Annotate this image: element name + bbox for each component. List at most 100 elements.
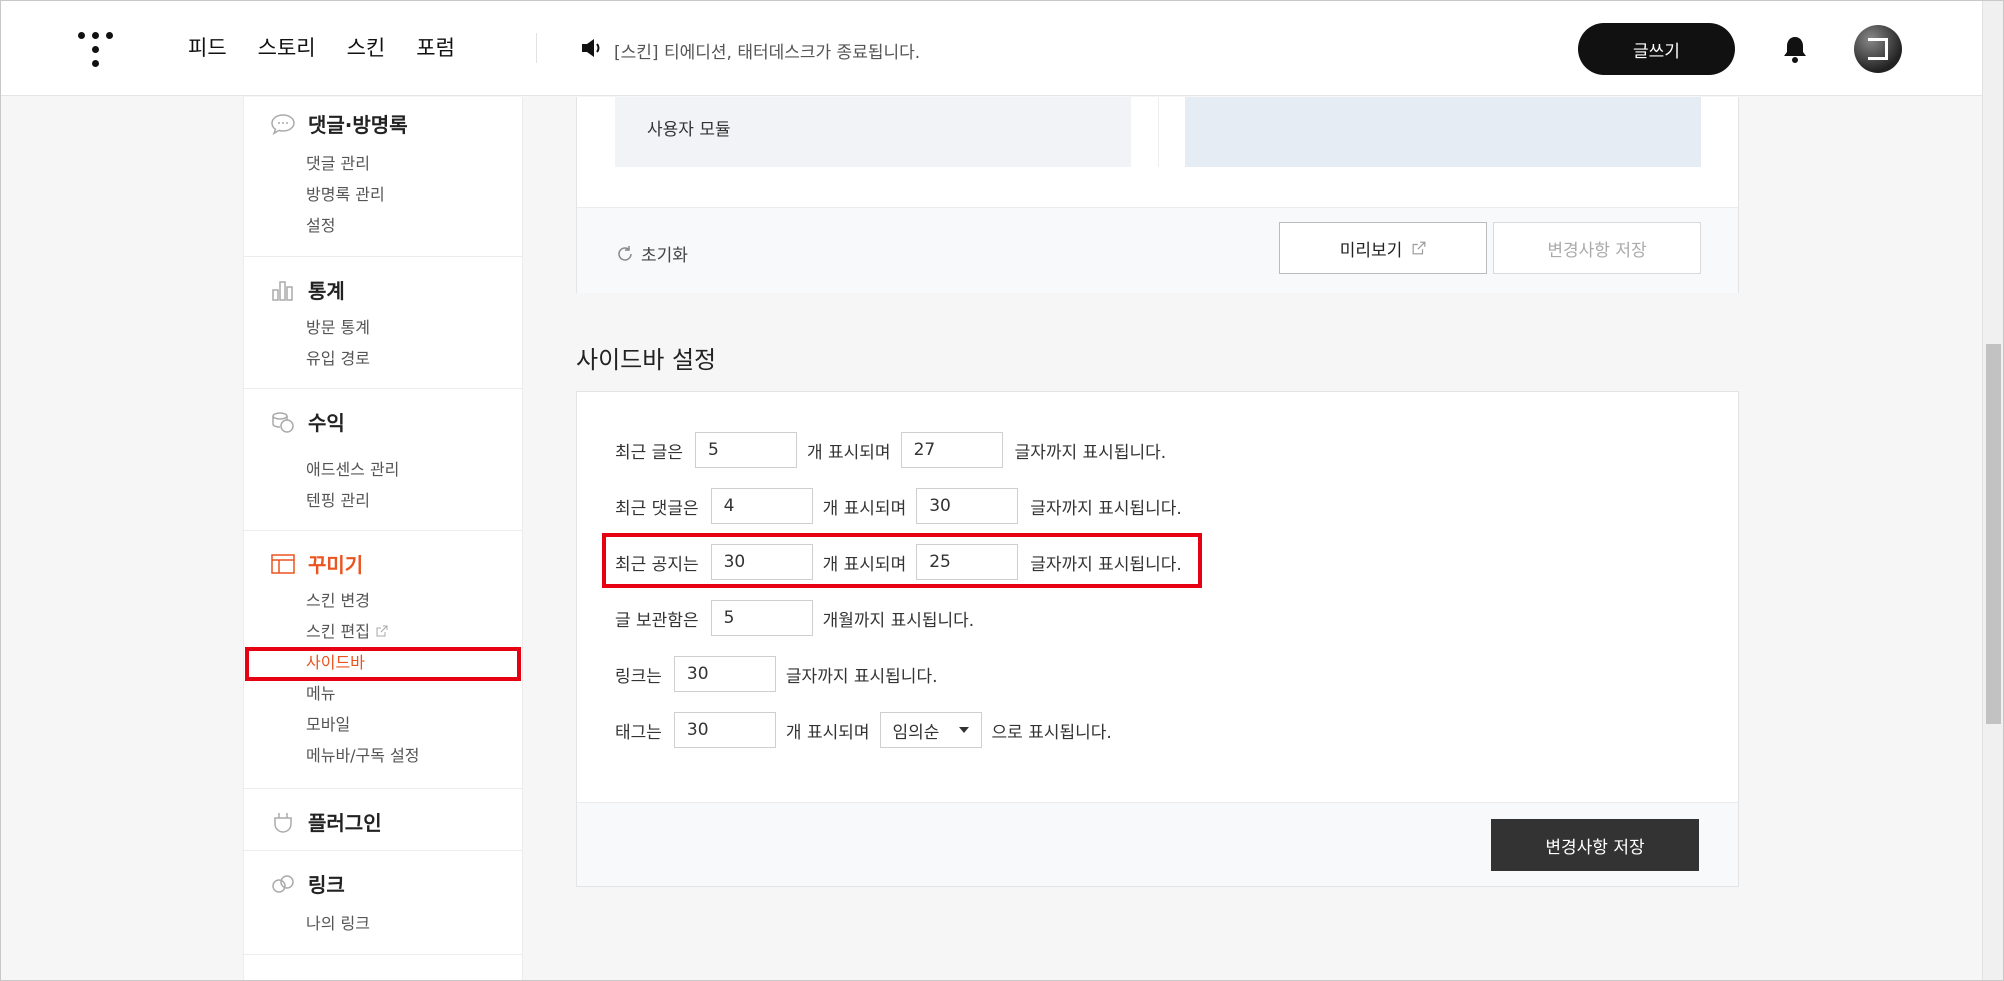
recent-posts-mid: 개 표시되며 [806,442,891,463]
sidebar-item-label: 스킨 편집 [306,622,370,641]
sidebar-group-link: 링크 나의 링크 [244,851,522,955]
links-chars-input[interactable] [673,656,776,692]
write-button[interactable]: 글쓰기 [1578,23,1735,75]
recent-posts-label: 최근 글은 [615,442,683,463]
recent-posts-count-input[interactable] [694,432,797,468]
tags-mid: 개 표시되며 [785,722,870,743]
caret-down-icon [958,727,969,733]
sidebar-head-comments[interactable]: 댓글·방명록 [270,109,408,138]
sidebar-item-skin-change[interactable]: 스킨 변경 [306,587,370,611]
recent-comments-chars-input[interactable] [916,488,1019,524]
nav-forum[interactable]: 포럼 [416,32,455,62]
links-row: 링크는 글자까지 표시됩니다. [615,656,938,692]
bell-icon[interactable] [1782,35,1808,63]
bar-chart-icon [272,280,293,301]
recent-comments-row: 최근 댓글은 개 표시되며 글자까지 표시됩니다. [615,488,1182,524]
sidebar-head-link[interactable]: 링크 [270,869,345,898]
recent-comments-label: 최근 댓글은 [615,498,699,519]
sidebar-item-comment-manage[interactable]: 댓글 관리 [306,150,370,174]
tags-order-value: 임의순 [892,722,940,743]
sidebar-group-comments: 댓글·방명록 댓글 관리 방명록 관리 설정 [244,97,522,257]
recent-comments-suffix: 글자까지 표시됩니다. [1030,498,1182,519]
reset-label: 초기화 [641,246,688,266]
recent-posts-chars-input[interactable] [900,432,1003,468]
module-drop-area[interactable] [1185,97,1701,167]
sidebar-item-my-links[interactable]: 나의 링크 [306,910,370,934]
sidebar-item-menubar-subscribe[interactable]: 메뉴바/구독 설정 [306,742,420,766]
external-link-icon [376,625,388,637]
sidebar-head-revenue[interactable]: 수익 [270,407,345,436]
tistory-logo[interactable] [76,28,116,68]
sidebar-item-comment-settings[interactable]: 설정 [306,212,335,236]
tags-label: 태그는 [615,722,662,743]
plug-icon [274,812,292,833]
module-card-footer: 초기화 미리보기 변경사항 저장 [577,207,1738,293]
sidebar-head-label: 댓글·방명록 [308,113,408,137]
preview-label: 미리보기 [1339,240,1403,261]
tags-order-select[interactable]: 임의순 [879,712,982,748]
sidebar-head-plugin[interactable]: 플러그인 [270,807,382,836]
sidebar-settings-card: 최근 글은 개 표시되며 글자까지 표시됩니다. 최근 댓글은 개 표시되며 글… [576,391,1739,887]
archive-suffix: 개월까지 표시됩니다. [822,610,975,631]
archive-count-input[interactable] [710,600,813,636]
speech-bubble-icon [271,113,295,135]
scrollbar-thumb[interactable] [1986,344,2001,724]
sidebar-head-label: 플러그인 [308,811,382,835]
nav-skin[interactable]: 스킨 [347,32,386,62]
links-label: 링크는 [615,666,662,687]
save-changes-button-disabled[interactable]: 변경사항 저장 [1493,222,1701,274]
avatar[interactable] [1854,25,1902,73]
nav-story[interactable]: 스토리 [258,32,316,62]
sidebar-group-stats: 통계 방문 통계 유입 경로 [244,257,522,389]
highlight-recent-notices-row [602,533,1202,588]
tags-suffix: 으로 표시됩니다. [991,722,1112,743]
top-header: 피드 스토리 스킨 포럼 [스킨] 티에디션, 태터데스크가 종료됩니다. 글쓰… [0,0,1982,96]
external-link-icon [1412,241,1426,255]
recent-comments-count-input[interactable] [710,488,813,524]
link-icon [272,874,294,893]
page-scrollbar[interactable] [1982,0,2004,981]
sidebar-item-guestbook-manage[interactable]: 방명록 관리 [306,181,385,205]
preview-button[interactable]: 미리보기 [1279,222,1487,274]
sidebar-item-skin-edit[interactable]: 스킨 편집 [306,618,388,642]
reset-button[interactable]: 초기화 [615,241,688,266]
sidebar-item-menu[interactable]: 메뉴 [306,680,335,704]
sidebar-group-revenue: 수익 애드센스 관리 텐핑 관리 [244,389,522,531]
page-title: 사이드바 설정 [576,346,717,374]
sidebar-head-label: 꾸미기 [308,553,364,577]
nav-feed[interactable]: 피드 [188,32,227,62]
sidebar-item-referrer[interactable]: 유입 경로 [306,345,370,369]
module-divider [1158,97,1159,167]
main-nav: 피드 스토리 스킨 포럼 [188,32,455,62]
speaker-icon [582,39,600,57]
sidebar-head-label: 링크 [308,873,345,897]
links-suffix: 글자까지 표시됩니다. [785,666,938,687]
sidebar-item-tenping[interactable]: 텐핑 관리 [306,487,370,511]
sidebar-head-label: 통계 [308,279,345,303]
sidebar-head-decorate[interactable]: 꾸미기 [270,549,363,578]
sidebar-item-adsense[interactable]: 애드센스 관리 [306,456,399,480]
user-module-label: 사용자 모듈 [647,120,731,140]
sidebar-item-mobile[interactable]: 모바일 [306,711,350,735]
sidebar-head-label: 수익 [308,411,345,435]
skin-module-card: 사용자 모듈 초기화 미리보기 변경사항 저장 [576,97,1739,293]
user-module-box[interactable]: 사용자 모듈 [615,97,1131,167]
coins-icon [272,411,294,433]
recent-comments-mid: 개 표시되며 [822,498,907,519]
archive-label: 글 보관함은 [615,610,699,631]
tags-count-input[interactable] [673,712,776,748]
header-divider [536,33,537,63]
settings-card-footer: 변경사항 저장 [577,802,1738,886]
tags-row: 태그는 개 표시되며 임의순 으로 표시됩니다. [615,712,1112,748]
save-changes-button[interactable]: 변경사항 저장 [1491,819,1699,871]
sidebar-group-plugin: 플러그인 [244,789,522,851]
notice-text[interactable]: [스킨] 티에디션, 태터데스크가 종료됩니다. [614,38,920,63]
sidebar-item-visit-stats[interactable]: 방문 통계 [306,314,370,338]
sidebar-head-stats[interactable]: 통계 [270,275,345,304]
recent-posts-suffix: 글자까지 표시됩니다. [1014,442,1167,463]
admin-sidebar: 댓글·방명록 댓글 관리 방명록 관리 설정 통계 방문 통계 유입 경로 수익… [243,97,523,981]
archive-row: 글 보관함은 개월까지 표시됩니다. [615,600,974,636]
highlight-sidebar-item [245,647,521,681]
refresh-icon [618,245,632,261]
layout-icon [271,553,295,574]
